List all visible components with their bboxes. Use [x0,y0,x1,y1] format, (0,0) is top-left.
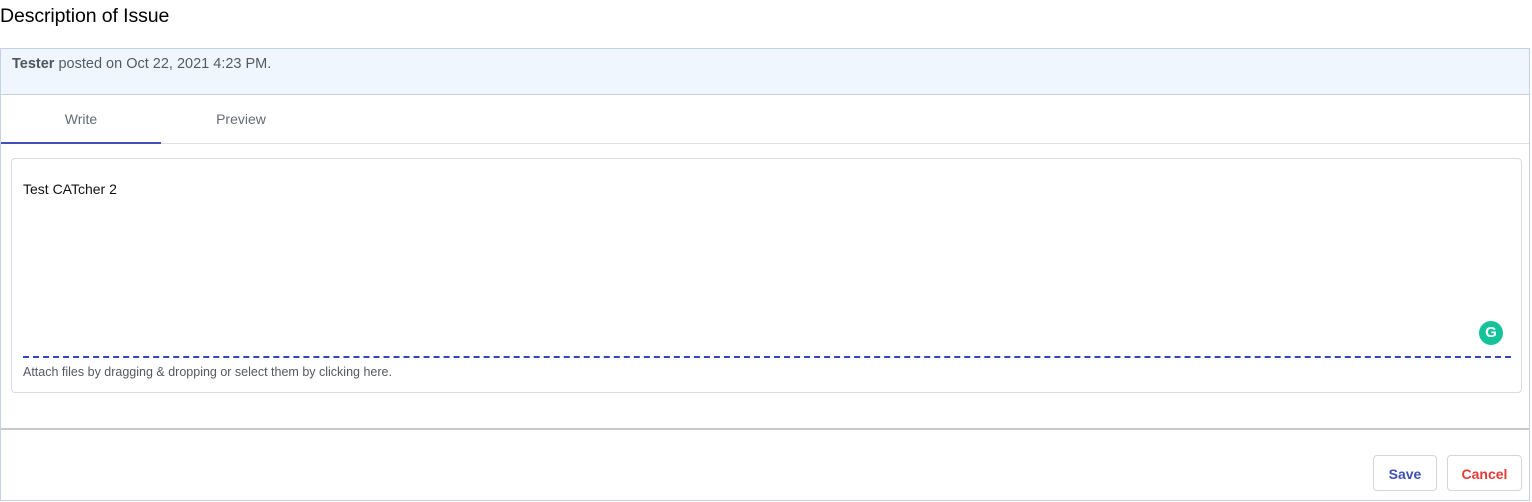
cancel-button[interactable]: Cancel [1447,455,1522,491]
page-title: Description of Issue [0,5,170,27]
tab-write[interactable]: Write [1,95,161,144]
footer-divider [1,428,1529,430]
grammarly-icon[interactable]: G [1479,321,1503,345]
editor-tab-bar: Write Preview [1,95,1529,144]
comment-author: Tester [12,56,55,72]
description-editor[interactable]: Test CATcher 2 G Attach files by draggin… [11,158,1522,393]
comment-card: Tester posted on Oct 22, 2021 4:23 PM. W… [0,48,1530,501]
file-drop-zone-divider [23,356,1511,358]
attach-files-hint[interactable]: Attach files by dragging & dropping or s… [23,365,392,379]
comment-posted-info: posted on Oct 22, 2021 4:23 PM. [54,56,272,72]
tab-preview[interactable]: Preview [161,95,321,143]
comment-header: Tester posted on Oct 22, 2021 4:23 PM. [1,49,1529,95]
save-button[interactable]: Save [1373,455,1437,491]
editor-content[interactable]: Test CATcher 2 [23,181,117,197]
